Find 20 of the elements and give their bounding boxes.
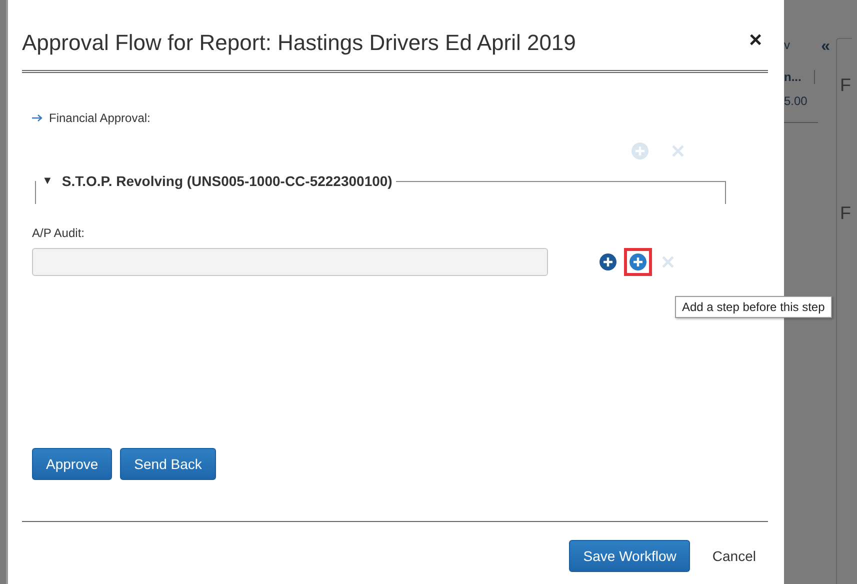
stage-label: Financial Approval: (49, 111, 150, 125)
arrow-icon (32, 114, 43, 122)
add-step-icon[interactable] (624, 248, 652, 276)
panel-text: F (840, 203, 851, 224)
table-cell: 5.00 (784, 94, 818, 123)
tooltip: Add a step before this step (675, 296, 832, 318)
action-button[interactable]: Send Back (120, 448, 216, 480)
close-button[interactable]: × (743, 30, 768, 50)
panel-text: F (840, 75, 851, 96)
dialog-title: Approval Flow for Report: Hastings Drivers Ed April 2019 (22, 30, 576, 56)
action-button[interactable]: Approve (32, 448, 112, 480)
step-label: A/P Audit: (32, 226, 86, 240)
save-workflow-button[interactable]: Save Workflow (569, 540, 690, 572)
group-title: S.T.O.P. Revolving (UNS005-1000-CC-5222300100) (62, 173, 392, 190)
column-header: n... (784, 70, 815, 84)
cancel-button[interactable]: Cancel (700, 541, 768, 571)
menu-label[interactable]: v (784, 38, 790, 56)
expand-toggle[interactable]: ▼ (42, 173, 53, 190)
collapse-button[interactable]: « (821, 38, 830, 56)
step-field[interactable] (32, 248, 548, 276)
